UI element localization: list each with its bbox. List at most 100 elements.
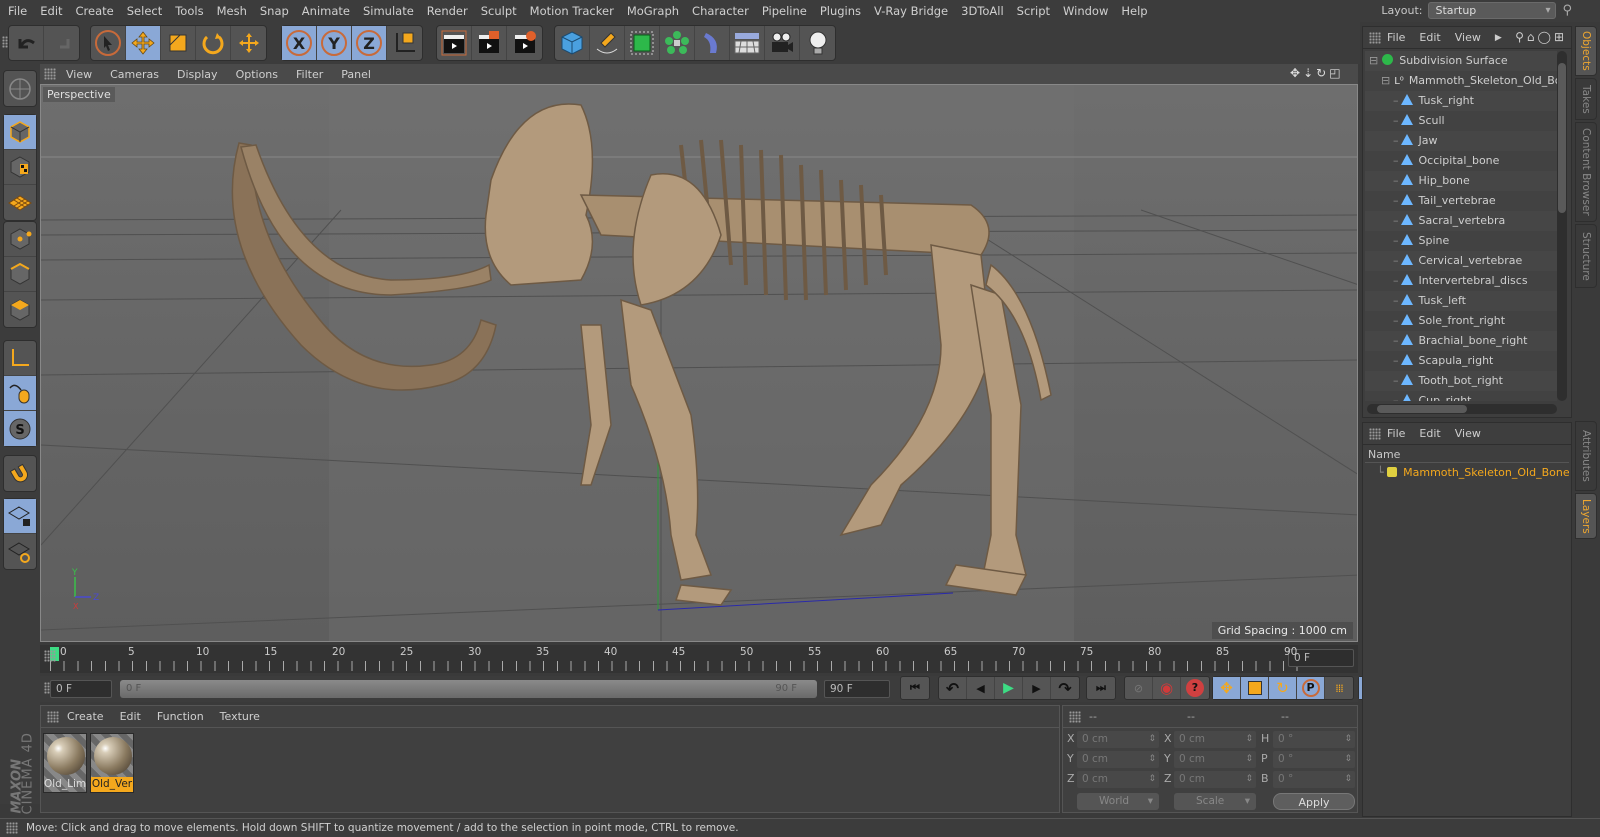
object-menu-edit[interactable]: Edit <box>1419 31 1440 44</box>
record-keys-button[interactable]: ⊘ <box>1125 677 1153 699</box>
rot-b-field[interactable]: 0 ° <box>1273 771 1355 788</box>
tab-layers[interactable]: Layers <box>1575 493 1597 539</box>
material-menu-function[interactable]: Function <box>157 710 204 723</box>
timeline-ruler[interactable]: 0 F 0 5 10 15 20 25 30 35 40 45 50 55 60 65 70 75 80 85 90 <box>40 645 1358 673</box>
keyframe-selection-button[interactable]: ? <box>1181 677 1209 699</box>
viewport-menu-view[interactable]: View <box>66 68 92 81</box>
tree-item-child[interactable]: – Cervical_vertebrae <box>1365 251 1557 271</box>
z-axis-toggle[interactable]: Z <box>352 26 387 60</box>
tree-item-child[interactable]: – Tooth_bot_right <box>1365 371 1557 391</box>
menu-plugins[interactable]: Plugins <box>820 4 861 18</box>
model-mode-button[interactable] <box>4 115 36 150</box>
undo-button[interactable] <box>9 26 44 60</box>
menu-script[interactable]: Script <box>1017 4 1050 18</box>
menu-3dtoall[interactable]: 3DToAll <box>961 4 1004 18</box>
tree-item-group[interactable]: ⊟ L⁰ Mammoth_Skeleton_Old_Bones <box>1365 71 1557 91</box>
menu-tools[interactable]: Tools <box>175 4 203 18</box>
camera-label[interactable]: Perspective <box>43 87 115 102</box>
menu-window[interactable]: Window <box>1063 4 1108 18</box>
tab-content-browser[interactable]: Content Browser <box>1575 122 1597 222</box>
zoom-view-icon[interactable]: ⇣ <box>1303 66 1316 80</box>
menu-expand-arrow-icon[interactable]: ▶ <box>1495 33 1502 43</box>
pos-y-field[interactable]: 0 cm <box>1077 751 1159 768</box>
pos-z-field[interactable]: 0 cm <box>1077 771 1159 788</box>
redo-button[interactable] <box>44 26 79 60</box>
polygons-mode-button[interactable] <box>4 292 36 327</box>
menu-edit[interactable]: Edit <box>40 4 62 18</box>
menu-mesh[interactable]: Mesh <box>217 4 247 18</box>
menu-select[interactable]: Select <box>127 4 162 18</box>
tree-item-child[interactable]: – Scull <box>1365 111 1557 131</box>
x-axis-toggle[interactable]: X <box>282 26 317 60</box>
solo-button[interactable]: S <box>4 411 36 446</box>
tree-item-child[interactable]: – Scapula_right <box>1365 351 1557 371</box>
key-position-button[interactable]: ✥ <box>1213 677 1241 699</box>
points-mode-button[interactable] <box>4 222 36 257</box>
axis-mode-button[interactable] <box>4 341 36 376</box>
rot-p-field[interactable]: 0 ° <box>1273 751 1355 768</box>
floor-button[interactable] <box>730 26 765 60</box>
make-editable-button[interactable] <box>4 71 36 106</box>
viewport-menu-filter[interactable]: Filter <box>296 68 323 81</box>
render-settings-button[interactable] <box>507 26 542 60</box>
cube-button[interactable] <box>555 26 590 60</box>
layer-row[interactable]: └ Mammoth_Skeleton_Old_Bones_V <box>1365 464 1569 482</box>
menu-animate[interactable]: Animate <box>302 4 350 18</box>
tree-item-child[interactable]: – Tail_vertebrae <box>1365 191 1557 211</box>
tree-item-child[interactable]: – Spine <box>1365 231 1557 251</box>
menu-file[interactable]: File <box>8 4 27 18</box>
rotate-tool-button[interactable] <box>196 26 231 60</box>
object-menu-view[interactable]: View <box>1455 31 1481 44</box>
collapse-icon[interactable]: ⊟ <box>1369 54 1378 67</box>
lock-workplane-button[interactable] <box>4 499 36 534</box>
texture-mode-button[interactable] <box>4 150 36 185</box>
current-frame-field[interactable]: 0 F <box>1288 649 1354 667</box>
edges-mode-button[interactable] <box>4 257 36 292</box>
tree-item-child[interactable]: – Intervertebral_discs <box>1365 271 1557 291</box>
layout-dropdown[interactable]: Startup <box>1428 2 1557 19</box>
viewport-menu-cameras[interactable]: Cameras <box>110 68 159 81</box>
home-icon[interactable]: ⌂ <box>1527 30 1538 44</box>
menu-v-ray-bridge[interactable]: V-Ray Bridge <box>874 4 948 18</box>
layer-menu-edit[interactable]: Edit <box>1419 427 1440 440</box>
frame-range-slider[interactable]: 0 F 90 F <box>120 680 817 698</box>
scroll-thumb[interactable] <box>1377 405 1467 413</box>
next-frame-button[interactable]: ▶ <box>1023 677 1051 699</box>
render-picture-viewer-button[interactable] <box>472 26 507 60</box>
coordinates-grip[interactable] <box>1069 711 1081 723</box>
key-pla-button[interactable]: ⁞⁞⁞ <box>1325 677 1353 699</box>
search-icon[interactable]: ⚲ <box>1562 3 1572 18</box>
search-icon[interactable]: ⚲ <box>1515 30 1527 44</box>
menu-help[interactable]: Help <box>1121 4 1147 18</box>
tree-item-root[interactable]: ⊟ Subdivision Surface <box>1365 51 1557 71</box>
material-menu-texture[interactable]: Texture <box>220 710 260 723</box>
size-z-field[interactable]: 0 cm <box>1174 771 1256 788</box>
autokey-button[interactable]: ◉ <box>1153 677 1181 699</box>
object-horizontal-scrollbar[interactable] <box>1367 404 1557 414</box>
start-frame-field[interactable]: 0 F <box>50 680 112 698</box>
tree-item-child[interactable]: – Cup_right <box>1365 391 1557 401</box>
y-axis-toggle[interactable]: Y <box>317 26 352 60</box>
coordinate-system-button[interactable] <box>387 26 422 60</box>
menu-snap[interactable]: Snap <box>260 4 289 18</box>
size-x-field[interactable]: 0 cm <box>1174 731 1256 748</box>
tree-item-child[interactable]: – Jaw <box>1365 131 1557 151</box>
coordinate-mode-dropdown[interactable]: World <box>1077 793 1159 810</box>
key-scale-button[interactable] <box>1241 677 1269 699</box>
workplane-mode-button[interactable] <box>4 185 36 220</box>
menu-pipeline[interactable]: Pipeline <box>762 4 807 18</box>
size-mode-dropdown[interactable]: Scale <box>1174 793 1256 810</box>
tree-item-child[interactable]: – Sacral_vertebra <box>1365 211 1557 231</box>
viewport-menu-display[interactable]: Display <box>177 68 218 81</box>
material-menu-create[interactable]: Create <box>67 710 104 723</box>
collapse-icon[interactable]: ⊟ <box>1381 74 1390 87</box>
orbit-icon[interactable]: ↻ <box>1316 66 1329 80</box>
live-selection-button[interactable] <box>91 26 126 60</box>
layer-menu-file[interactable]: File <box>1387 427 1405 440</box>
scroll-thumb[interactable] <box>1558 63 1566 213</box>
viewport-grip[interactable] <box>44 68 56 80</box>
key-parameter-button[interactable]: P <box>1297 677 1325 699</box>
go-to-end-button[interactable]: ⏭ <box>1087 677 1115 699</box>
menu-sculpt[interactable]: Sculpt <box>481 4 517 18</box>
material-swatch-old-ver[interactable]: Old_Ver <box>90 733 134 793</box>
